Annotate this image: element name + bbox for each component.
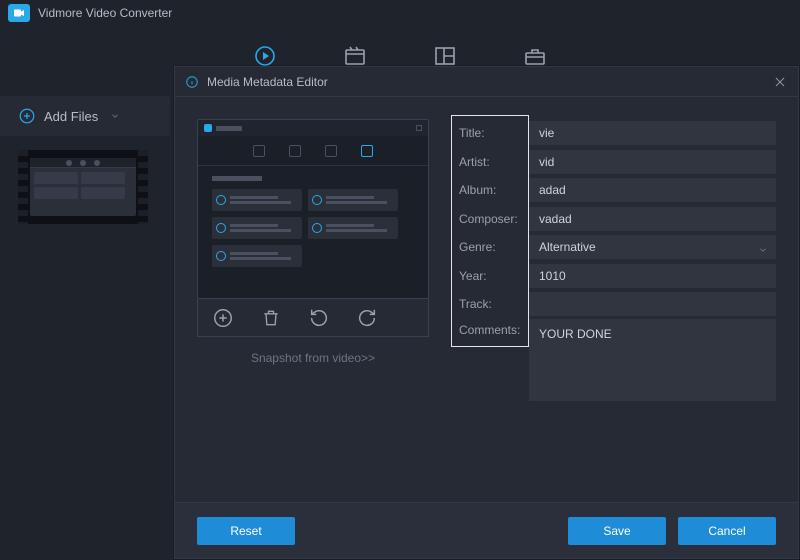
label-genre: Genre: — [459, 240, 529, 254]
snapshot-from-video-link[interactable]: Snapshot from video>> — [197, 351, 429, 365]
nav-collage-icon[interactable] — [433, 44, 457, 68]
info-icon — [185, 75, 199, 89]
metadata-form: Title: Artist: Album: Composer: Genre: — [459, 119, 776, 502]
label-track: Track: — [459, 297, 529, 311]
label-year: Year: — [459, 269, 529, 283]
file-thumbnail[interactable] — [18, 150, 148, 224]
nav-toolbox-icon[interactable] — [523, 44, 547, 68]
metadata-editor-modal: Media Metadata Editor — [174, 66, 799, 559]
reset-button[interactable]: Reset — [197, 517, 295, 545]
genre-select[interactable] — [529, 235, 776, 259]
close-button[interactable] — [772, 74, 788, 90]
preview-toolbar — [197, 299, 429, 337]
file-thumbnail-strip — [0, 136, 170, 238]
modal-title: Media Metadata Editor — [207, 75, 328, 89]
save-button[interactable]: Save — [568, 517, 666, 545]
label-artist: Artist: — [459, 155, 529, 169]
chevron-down-icon — [110, 109, 120, 124]
delete-cover-button[interactable] — [260, 307, 282, 329]
left-panel: Add Files — [0, 96, 170, 238]
modal-body: Snapshot from video>> Title: Artist: Alb… — [175, 97, 798, 502]
album-input[interactable] — [529, 178, 776, 202]
label-comments: Comments: — [459, 319, 529, 337]
app-title: Vidmore Video Converter — [38, 6, 172, 20]
nav-media-icon[interactable] — [343, 44, 367, 68]
add-files-button[interactable]: Add Files — [0, 96, 170, 136]
label-composer: Composer: — [459, 212, 529, 226]
plus-circle-icon — [18, 107, 36, 125]
cancel-button[interactable]: Cancel — [678, 517, 776, 545]
nav-convert-icon[interactable] — [253, 44, 277, 68]
track-input[interactable] — [529, 292, 776, 316]
cover-preview — [197, 119, 429, 299]
redo-button[interactable] — [356, 307, 378, 329]
artist-input[interactable] — [529, 150, 776, 174]
preview-column: Snapshot from video>> — [197, 119, 429, 502]
modal-footer: Reset Save Cancel — [175, 502, 798, 558]
add-cover-button[interactable] — [212, 307, 234, 329]
label-title: Title: — [459, 126, 529, 140]
title-input[interactable] — [529, 121, 776, 145]
label-album: Album: — [459, 183, 529, 197]
composer-input[interactable] — [529, 207, 776, 231]
titlebar: Vidmore Video Converter — [0, 0, 800, 26]
modal-header: Media Metadata Editor — [175, 67, 798, 97]
app-logo — [8, 4, 30, 22]
comments-textarea[interactable] — [529, 319, 776, 401]
add-files-label: Add Files — [44, 109, 98, 124]
year-input[interactable] — [529, 264, 776, 288]
undo-button[interactable] — [308, 307, 330, 329]
